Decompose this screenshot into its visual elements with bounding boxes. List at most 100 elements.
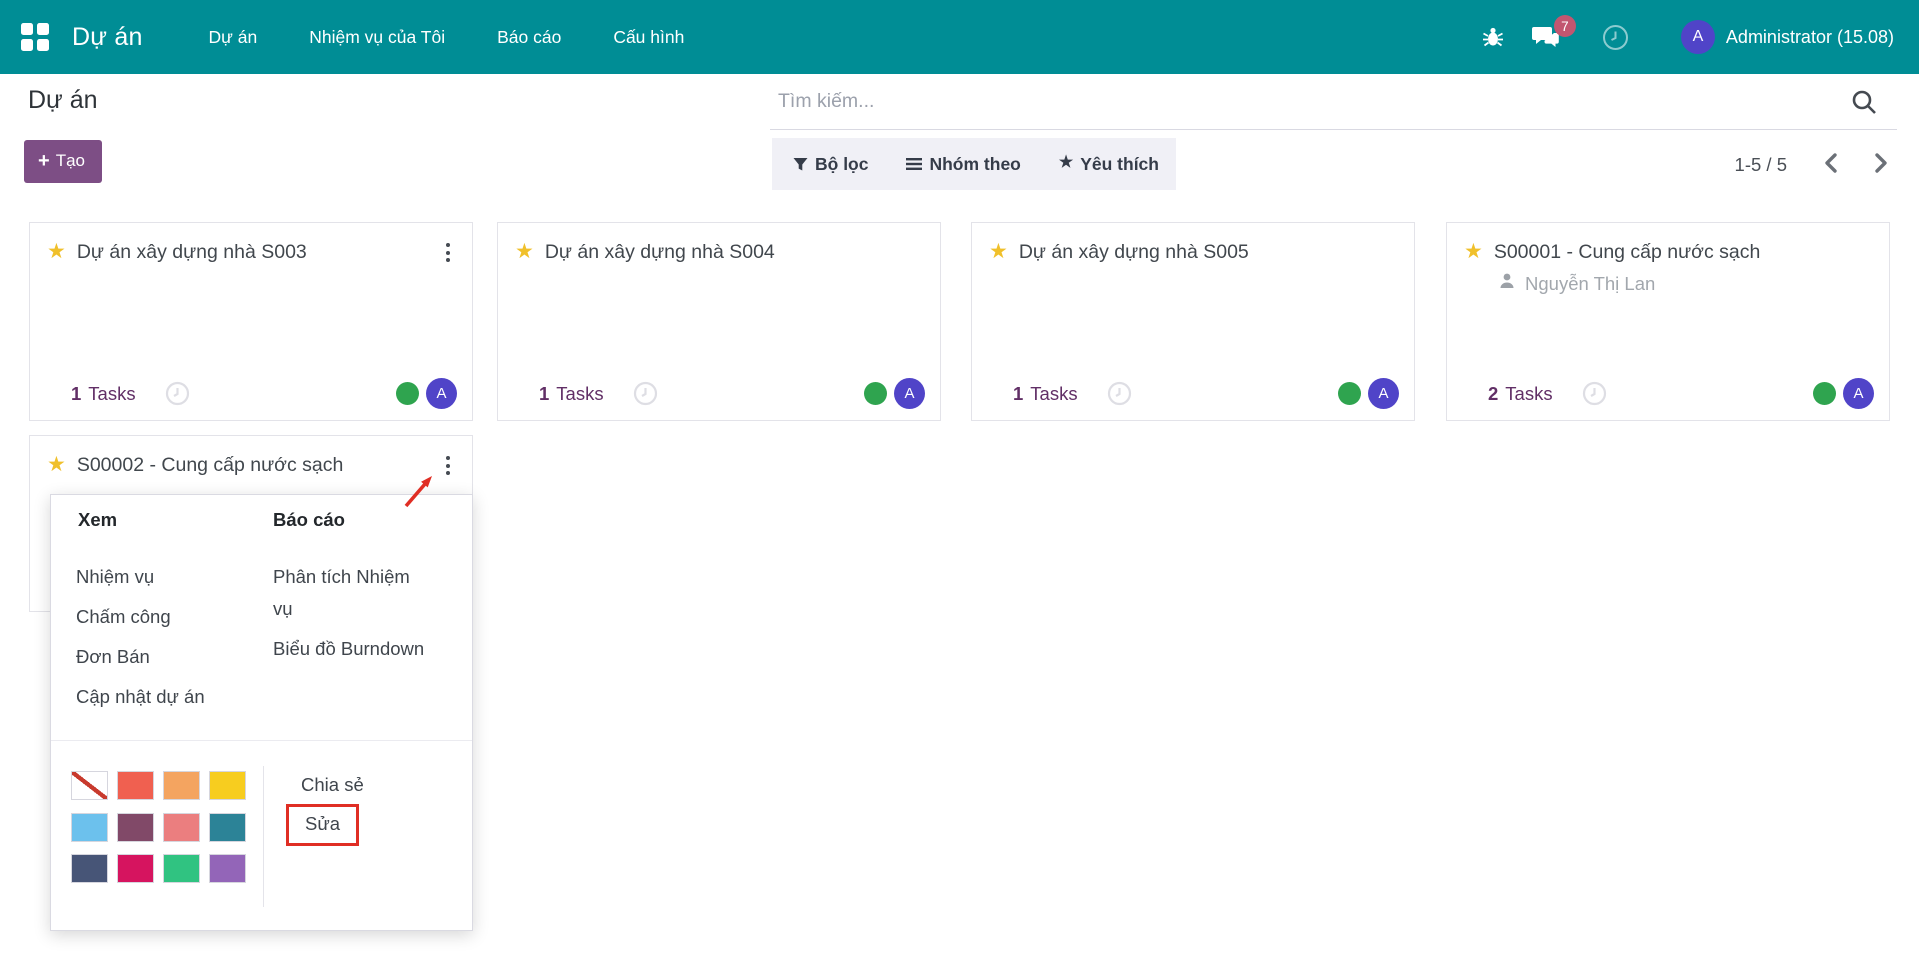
menu-item-projects[interactable]: Dự án [209, 27, 258, 48]
dropdown-vertical-divider [263, 766, 264, 907]
assignee-avatar[interactable]: A [426, 378, 457, 409]
assignee-avatar[interactable]: A [894, 378, 925, 409]
breadcrumb-title: Dự án [28, 86, 98, 115]
report-items: Phân tích Nhiệm vụ Biểu đồ Burndown [273, 561, 425, 673]
activities-clock-icon[interactable] [1602, 24, 1629, 51]
dropdown-section-reporting: Báo cáo [273, 509, 345, 531]
search-underline [770, 129, 1897, 130]
menu-item-my-tasks[interactable]: Nhiệm vụ của Tôi [309, 27, 445, 48]
task-count: 1 [539, 383, 549, 405]
favorite-star-icon[interactable]: ★ [1464, 240, 1483, 264]
project-status-dot[interactable] [864, 382, 887, 405]
color-swatch-10[interactable] [163, 854, 200, 883]
task-count: 1 [71, 383, 81, 405]
user-avatar[interactable]: A [1681, 20, 1715, 54]
project-title: Dự án xây dựng nhà S005 [1019, 240, 1400, 265]
project-title: Dự án xây dựng nhà S004 [545, 240, 926, 265]
project-status-dot[interactable] [1338, 382, 1361, 405]
apps-menu-icon[interactable] [21, 23, 49, 51]
task-label[interactable]: Tasks [88, 383, 135, 405]
plus-icon: + [38, 154, 50, 168]
task-count: 1 [1013, 383, 1023, 405]
color-swatch-8[interactable] [71, 854, 108, 883]
color-swatch-2[interactable] [163, 771, 200, 800]
dropdown-divider [51, 740, 472, 741]
messages-count-badge: 7 [1554, 15, 1576, 37]
project-card[interactable]: ★ Dự án xây dựng nhà S003 1 Tasks A [29, 222, 473, 421]
favorite-star-icon[interactable]: ★ [47, 240, 66, 264]
menu-item-project-updates[interactable]: Cập nhật dự án [76, 681, 205, 713]
control-panel: Dự án + Tạo Bộ lọc Nhóm [0, 74, 1919, 222]
color-swatch-1[interactable] [117, 771, 154, 800]
user-menu[interactable]: Administrator (15.08) [1726, 27, 1894, 48]
group-by-bars-icon [906, 157, 922, 171]
task-label[interactable]: Tasks [1505, 383, 1552, 405]
task-count: 2 [1488, 383, 1498, 405]
project-title: S00001 - Cung cấp nước sạch [1494, 240, 1875, 265]
color-swatch-6[interactable] [163, 813, 200, 842]
assignee-avatar[interactable]: A [1368, 378, 1399, 409]
group-by-button[interactable]: Nhóm theo [906, 154, 1020, 175]
activity-clock-icon[interactable] [165, 381, 190, 406]
menu-item-burndown-chart[interactable]: Biểu đồ Burndown [273, 633, 425, 665]
menu-item-configuration[interactable]: Cấu hình [613, 27, 684, 48]
project-card[interactable]: ★ Dự án xây dựng nhà S005 1 Tasks A [971, 222, 1415, 421]
favorite-star-icon[interactable]: ★ [515, 240, 534, 264]
favorite-star-icon[interactable]: ★ [47, 453, 66, 477]
navbar-right: 7 A Administrator (15.08) [1480, 20, 1919, 54]
person-icon [1498, 272, 1516, 295]
menu-item-share[interactable]: Chia sẻ [301, 774, 364, 796]
favorite-star-icon[interactable]: ★ [989, 240, 1008, 264]
color-swatch-7[interactable] [209, 813, 246, 842]
color-swatch-11[interactable] [209, 854, 246, 883]
task-label[interactable]: Tasks [556, 383, 603, 405]
top-navbar: Dự án Dự án Nhiệm vụ của Tôi Báo cáo Cấu… [0, 0, 1919, 74]
main-menu: Dự án Nhiệm vụ của Tôi Báo cáo Cấu hình [209, 27, 685, 48]
task-label[interactable]: Tasks [1030, 383, 1077, 405]
favorite-star-icon: ★ [1059, 155, 1073, 171]
assignee-avatar[interactable]: A [1843, 378, 1874, 409]
menu-item-edit[interactable]: Sửa [305, 813, 340, 834]
menu-item-reporting[interactable]: Báo cáo [497, 27, 561, 48]
card-kebab-menu-icon[interactable] [438, 240, 458, 262]
menu-item-tasks-analysis[interactable]: Phân tích Nhiệm vụ [273, 561, 425, 625]
color-palette [71, 771, 246, 883]
card-kebab-menu-icon[interactable] [438, 453, 458, 475]
filters-button[interactable]: Bộ lọc [793, 154, 868, 175]
menu-item-timesheets[interactable]: Chấm công [76, 601, 205, 633]
edit-highlight-box: Sửa [286, 804, 359, 846]
project-status-dot[interactable] [1813, 382, 1836, 405]
menu-item-tasks[interactable]: Nhiệm vụ [76, 561, 205, 593]
search-icon[interactable] [1846, 86, 1882, 122]
project-title: S00002 - Cung cấp nước sạch [77, 453, 438, 478]
activity-clock-icon[interactable] [1107, 381, 1132, 406]
menu-item-sales-orders[interactable]: Đơn Bán [76, 641, 205, 673]
filter-funnel-icon [793, 157, 808, 172]
project-card[interactable]: ★ S00001 - Cung cấp nước sạch Nguyễn Thị… [1446, 222, 1890, 421]
color-swatch-5[interactable] [117, 813, 154, 842]
messages-icon[interactable]: 7 [1532, 24, 1560, 50]
app-brand: Dự án [72, 23, 143, 52]
search-input[interactable] [778, 90, 1778, 113]
search-options-bar: Bộ lọc Nhóm theo ★ Yêu thích [772, 138, 1176, 190]
color-swatch-9[interactable] [117, 854, 154, 883]
project-manager: Nguyễn Thị Lan [1525, 273, 1655, 295]
color-swatch-4[interactable] [71, 813, 108, 842]
pager-next-button[interactable] [1865, 148, 1897, 181]
project-kanban-screen: Dự án Dự án Nhiệm vụ của Tôi Báo cáo Cấu… [0, 0, 1919, 977]
kanban-view: ★ Dự án xây dựng nhà S003 1 Tasks A ★ Dự… [0, 222, 1919, 977]
project-card[interactable]: ★ Dự án xây dựng nhà S004 1 Tasks A [497, 222, 941, 421]
create-button[interactable]: + Tạo [24, 140, 102, 183]
debug-bug-icon[interactable] [1480, 24, 1506, 50]
activity-clock-icon[interactable] [1582, 381, 1607, 406]
dropdown-section-view: Xem [78, 509, 117, 531]
favorites-button[interactable]: ★ Yêu thích [1059, 154, 1159, 175]
view-items: Nhiệm vụ Chấm công Đơn Bán Cập nhật dự á… [76, 561, 205, 721]
activity-clock-icon[interactable] [633, 381, 658, 406]
pager: 1-5 / 5 [1735, 148, 1897, 181]
pager-previous-button[interactable] [1815, 148, 1847, 181]
project-status-dot[interactable] [396, 382, 419, 405]
color-swatch-0[interactable] [71, 771, 108, 800]
pager-range: 1-5 / 5 [1735, 154, 1787, 176]
color-swatch-3[interactable] [209, 771, 246, 800]
